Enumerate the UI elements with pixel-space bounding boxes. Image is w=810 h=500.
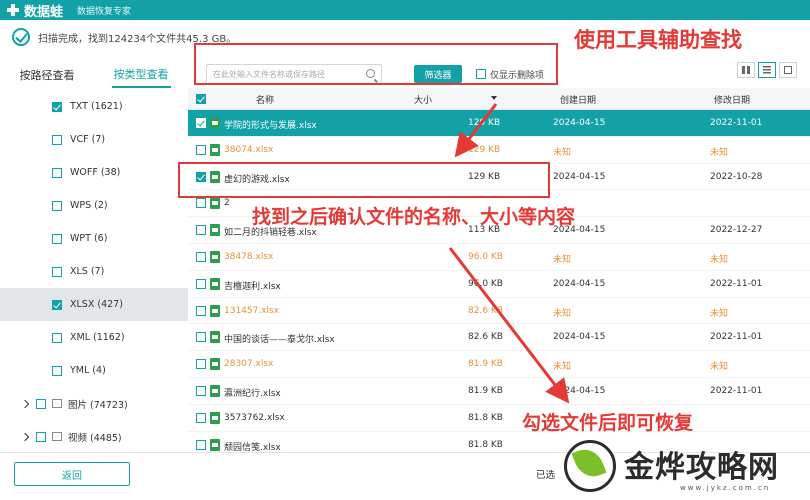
selected-count-label: 已选 [536, 470, 556, 481]
annotation-arrows [448, 103, 570, 404]
arrow-to-size [454, 103, 498, 158]
watermark-text: 金烨攻略网 [624, 450, 779, 485]
back-button[interactable]: 返回 [14, 462, 130, 486]
arrow-to-checkbox [448, 247, 570, 404]
watermark-logo: 金烨攻略网 www.jykz.com.cn [560, 438, 810, 500]
watermark-url: www.jykz.com.cn [680, 484, 771, 492]
